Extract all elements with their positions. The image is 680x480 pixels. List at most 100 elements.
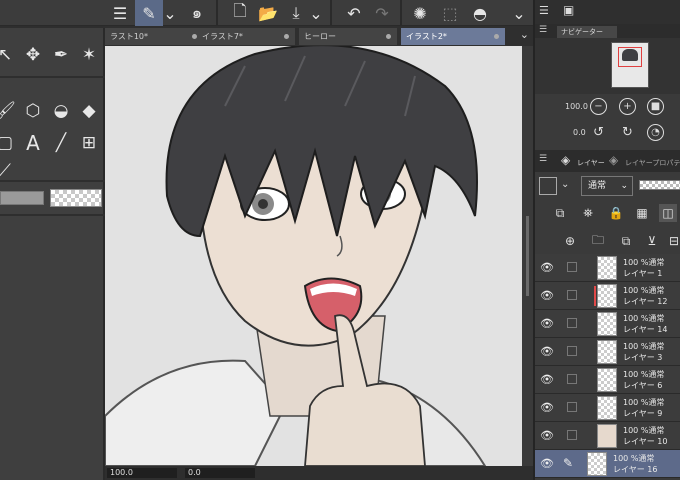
layer-row[interactable]: 👁 100 %通常 レイヤー 9 bbox=[535, 394, 680, 422]
move-icon[interactable]: ✥ bbox=[20, 42, 46, 68]
eraser-icon[interactable]: ◆ bbox=[76, 98, 102, 124]
scrollbar-thumb[interactable] bbox=[526, 216, 529, 296]
draft-layer-icon[interactable]: ◫ bbox=[659, 204, 677, 222]
chevron-down-icon[interactable]: ⌄ bbox=[520, 28, 529, 41]
save-icon[interactable]: ⤓ bbox=[282, 0, 310, 26]
layer-thumbnail bbox=[597, 368, 617, 392]
eye-icon[interactable]: 👁 bbox=[540, 345, 554, 359]
new-file-icon[interactable]: 🗋 bbox=[226, 0, 254, 26]
rotation-value: 0.0 bbox=[573, 128, 586, 137]
reset-rotation-icon[interactable]: ◔ bbox=[647, 124, 664, 141]
chevron-down-icon[interactable]: ⌄ bbox=[162, 0, 178, 26]
eye-icon[interactable]: 👁 bbox=[540, 289, 554, 303]
frame-icon[interactable]: ⊞ bbox=[76, 130, 102, 156]
new-folder-icon[interactable]: 🗀 bbox=[589, 232, 607, 250]
redo-icon[interactable]: ↷ bbox=[368, 0, 396, 26]
figure-icon[interactable]: ▢ bbox=[0, 130, 18, 156]
layer-thumbnail bbox=[587, 452, 607, 476]
close-icon[interactable] bbox=[494, 34, 499, 39]
menu-icon[interactable]: ☰ bbox=[106, 0, 134, 26]
clipping-icon[interactable]: ⧉ bbox=[551, 204, 569, 222]
zoom-out-icon[interactable]: − bbox=[590, 98, 607, 115]
pointer-icon[interactable]: ↖ bbox=[0, 42, 18, 68]
layer-checkbox[interactable] bbox=[567, 290, 577, 300]
navigator-panel-icon[interactable]: ▣ bbox=[563, 3, 574, 17]
fill-icon[interactable]: ◒ bbox=[48, 98, 74, 124]
open-folder-icon[interactable]: 📂 bbox=[254, 0, 282, 26]
zoom-field[interactable]: 100.0 bbox=[107, 468, 177, 478]
layer-row[interactable]: 👁 100 %通常 レイヤー 14 bbox=[535, 310, 680, 338]
blend-tool-icon[interactable]: ⬡ bbox=[20, 98, 46, 124]
new-layer-icon[interactable]: ⊕ bbox=[561, 232, 579, 250]
fill-bucket-icon[interactable]: ◓ bbox=[466, 0, 494, 26]
undo-icon[interactable]: ↶ bbox=[340, 0, 368, 26]
navigator-thumbnail[interactable] bbox=[611, 42, 649, 88]
pen-tool-icon[interactable]: ✎ bbox=[135, 0, 163, 26]
eye-icon[interactable]: 👁 bbox=[540, 401, 554, 415]
text-tool-icon[interactable]: A bbox=[20, 130, 46, 156]
eye-icon[interactable]: 👁 bbox=[540, 429, 554, 443]
loading-spinner-icon[interactable]: ✺ bbox=[406, 0, 434, 26]
layer-row[interactable]: 👁 100 %通常 レイヤー 12 bbox=[535, 282, 680, 310]
tab-ラスト10[interactable]: ラスト10* bbox=[105, 28, 203, 45]
brush-icon[interactable]: 🖌 bbox=[0, 98, 18, 124]
main-color-swatch[interactable] bbox=[0, 191, 44, 205]
lock-icon[interactable]: 🔒 bbox=[607, 204, 625, 222]
merge-down-icon[interactable]: ⊻ bbox=[643, 232, 661, 250]
tab-ヒーロー[interactable]: ヒーロー bbox=[299, 28, 397, 45]
layer-checkbox[interactable] bbox=[567, 262, 577, 272]
chevron-down-icon[interactable]: ⌄ bbox=[561, 179, 569, 190]
eyedropper-icon[interactable]: ✒ bbox=[48, 42, 74, 68]
layer-row[interactable]: 👁 ✎ 100 %通常 レイヤー 16 bbox=[535, 450, 680, 478]
layer-property-icon[interactable]: ◈ bbox=[609, 153, 618, 167]
vertical-scrollbar[interactable] bbox=[522, 46, 533, 466]
copy-layer-icon[interactable]: ⧉ bbox=[617, 232, 635, 250]
navigator-preview[interactable] bbox=[535, 38, 680, 94]
tab-イラスト7[interactable]: イラスト7* bbox=[197, 28, 295, 45]
drawing-canvas[interactable] bbox=[105, 46, 533, 466]
layer-checkbox[interactable] bbox=[567, 430, 577, 440]
layer-checkbox[interactable] bbox=[567, 346, 577, 356]
eye-icon[interactable]: 👁 bbox=[540, 261, 554, 275]
delete-layer-icon[interactable]: ⊟ bbox=[665, 232, 680, 250]
eye-icon[interactable]: 👁 bbox=[540, 373, 554, 387]
tab-イラスト2[interactable]: イラスト2* bbox=[401, 28, 505, 45]
tab-layer[interactable]: レイヤー bbox=[577, 154, 605, 172]
layer-row[interactable]: 👁 100 %通常 レイヤー 1 bbox=[535, 254, 680, 282]
eye-icon[interactable]: 👁 bbox=[540, 317, 554, 331]
layers-icon[interactable]: ◈ bbox=[561, 153, 570, 167]
lock-transparency-icon[interactable]: ▦ bbox=[633, 204, 651, 222]
chevron-down-icon[interactable]: ⌄ bbox=[308, 0, 324, 26]
transparent-color-swatch[interactable] bbox=[50, 189, 102, 207]
zoom-value: 100.0 bbox=[565, 102, 588, 111]
layer-checkbox[interactable] bbox=[567, 402, 577, 412]
close-icon[interactable] bbox=[386, 34, 391, 39]
blend-mode-select[interactable]: 通常 ⌄ bbox=[581, 176, 633, 196]
magic-wand-icon[interactable]: ✶ bbox=[76, 42, 102, 68]
menu-icon[interactable]: ☰ bbox=[539, 25, 547, 35]
rotation-field[interactable]: 0.0 bbox=[185, 468, 255, 478]
line-tool-icon[interactable]: ╱ bbox=[48, 130, 74, 156]
selection-grid-icon[interactable]: ⬚ bbox=[436, 0, 464, 26]
eye-icon[interactable]: 👁 bbox=[540, 457, 554, 471]
tab-navigator[interactable]: ナビゲーター bbox=[557, 26, 617, 38]
tab-layer-property[interactable]: レイヤープロパティ bbox=[625, 154, 680, 185]
fit-view-icon[interactable]: ■ bbox=[647, 98, 664, 115]
spiral-icon[interactable]: ๑ bbox=[183, 0, 211, 26]
menu-icon[interactable]: ☰ bbox=[539, 154, 547, 164]
opacity-slider[interactable] bbox=[639, 180, 680, 190]
layer-row[interactable]: 👁 100 %通常 レイヤー 6 bbox=[535, 366, 680, 394]
close-icon[interactable] bbox=[284, 34, 289, 39]
rotate-right-icon[interactable]: ↻ bbox=[619, 124, 636, 141]
chevron-down-icon[interactable]: ⌄ bbox=[505, 0, 533, 26]
layer-checkbox[interactable] bbox=[567, 318, 577, 328]
layer-row[interactable]: 👁 100 %通常 レイヤー 10 bbox=[535, 422, 680, 450]
rotate-left-icon[interactable]: ↺ bbox=[590, 124, 607, 141]
layer-color-swatch[interactable] bbox=[539, 177, 557, 195]
layer-row[interactable]: 👁 100 %通常 レイヤー 3 bbox=[535, 338, 680, 366]
reference-layer-icon[interactable]: ⛯ bbox=[579, 204, 597, 222]
zoom-in-icon[interactable]: + bbox=[619, 98, 636, 115]
layer-checkbox[interactable] bbox=[567, 374, 577, 384]
menu-icon[interactable]: ☰ bbox=[539, 4, 549, 17]
pen-icon: ✎ bbox=[563, 456, 574, 470]
